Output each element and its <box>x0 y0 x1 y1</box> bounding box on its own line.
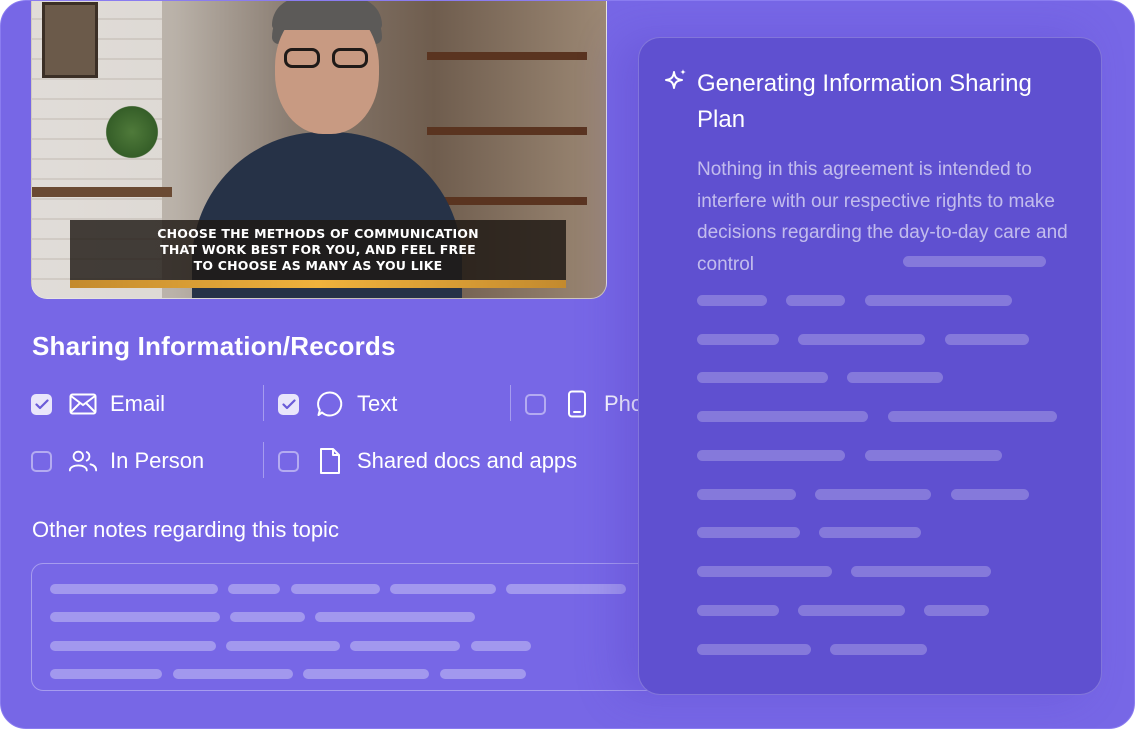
chat-bubble-icon <box>315 389 345 419</box>
loading-placeholder-bar <box>798 605 905 616</box>
loading-placeholder-bar <box>819 527 921 538</box>
placeholder-line <box>230 612 305 622</box>
check-icon <box>34 398 49 409</box>
option-email[interactable]: Email <box>31 389 165 419</box>
placeholder-line <box>315 612 475 622</box>
video-shelf <box>427 197 587 205</box>
option-in-person[interactable]: In Person <box>31 446 204 476</box>
placeholder-line <box>303 669 429 679</box>
in-person-checkbox[interactable] <box>31 450 52 472</box>
loading-placeholder-bar <box>924 605 989 616</box>
placeholder-line <box>50 669 162 679</box>
placeholder-line <box>50 641 216 651</box>
video-background-frame <box>42 2 98 78</box>
option-text[interactable]: Text <box>278 389 397 419</box>
loading-placeholder-bar <box>851 566 991 577</box>
video-background-plant <box>102 102 162 162</box>
shared-docs-checkbox[interactable] <box>278 450 299 472</box>
video-bottom-strip <box>70 280 566 288</box>
placeholder-line <box>350 641 460 651</box>
option-divider <box>263 442 264 478</box>
option-divider <box>263 385 264 421</box>
email-checkbox[interactable] <box>31 393 52 415</box>
phone-checkbox[interactable] <box>525 393 546 415</box>
option-label: Text <box>357 391 398 416</box>
loading-placeholder-bar <box>865 450 1002 461</box>
loading-placeholder-bar <box>798 334 925 345</box>
video-person-hair-top <box>272 1 382 30</box>
loading-placeholder-bar <box>786 295 845 306</box>
loading-placeholder-bar <box>847 372 943 383</box>
placeholder-line <box>228 584 280 594</box>
video-person-glasses <box>282 48 372 68</box>
loading-placeholder-bar <box>697 295 767 306</box>
placeholder-line <box>173 669 293 679</box>
phone-icon <box>562 389 592 419</box>
sparkle-icon <box>665 69 686 89</box>
placeholder-line <box>390 584 496 594</box>
loading-placeholder-bar <box>865 295 1012 306</box>
people-icon <box>68 446 98 476</box>
placeholder-line <box>440 669 526 679</box>
video-player[interactable]: CHOOSE THE METHODS OF COMMUNICATION THAT… <box>31 1 607 299</box>
loading-placeholder-bar <box>903 256 1046 267</box>
ai-generation-panel: Generating Information Sharing Plan Noth… <box>638 37 1102 695</box>
loading-placeholder-bar <box>697 644 811 655</box>
placeholder-line <box>291 584 380 594</box>
loading-placeholder-bar <box>697 566 832 577</box>
loading-placeholder-bar <box>697 411 868 422</box>
loading-placeholder-bar <box>697 450 845 461</box>
placeholder-line <box>50 612 220 622</box>
placeholder-line <box>50 584 218 594</box>
option-divider <box>510 385 511 421</box>
video-background-desk <box>32 187 172 197</box>
loading-placeholder-bar <box>888 411 1057 422</box>
envelope-icon <box>68 389 98 419</box>
loading-placeholder-bar <box>815 489 931 500</box>
notes-label: Other notes regarding this topic <box>32 517 339 542</box>
placeholder-line <box>506 584 626 594</box>
video-shelf <box>427 52 587 60</box>
placeholder-line <box>226 641 340 651</box>
loading-placeholder-bar <box>830 644 927 655</box>
check-icon <box>281 398 296 409</box>
loading-placeholder-bar <box>697 489 796 500</box>
option-label: Email <box>110 391 166 416</box>
loading-placeholder-bar <box>697 527 800 538</box>
panel-title: Generating Information Sharing Plan <box>697 70 1032 133</box>
video-caption-text: CHOOSE THE METHODS OF COMMUNICATION THAT… <box>157 226 479 273</box>
text-checkbox[interactable] <box>278 393 299 415</box>
option-label: Shared docs and apps <box>357 448 578 473</box>
loading-placeholder-bar <box>951 489 1029 500</box>
placeholder-line <box>471 641 531 651</box>
loading-placeholder-bar <box>697 605 779 616</box>
video-caption: CHOOSE THE METHODS OF COMMUNICATION THAT… <box>70 220 566 280</box>
option-label: In Person <box>110 448 205 473</box>
loading-placeholder-bar <box>945 334 1029 345</box>
notes-textarea[interactable] <box>31 563 671 691</box>
loading-placeholder-bar <box>697 334 779 345</box>
option-phone[interactable]: Pho <box>525 389 643 419</box>
video-shelf <box>427 127 587 135</box>
loading-placeholder-bar <box>697 372 828 383</box>
option-shared-docs[interactable]: Shared docs and apps <box>278 446 577 476</box>
document-icon <box>315 446 345 476</box>
section-title: Sharing Information/Records <box>32 331 396 361</box>
main-card: CHOOSE THE METHODS OF COMMUNICATION THAT… <box>0 0 1135 729</box>
